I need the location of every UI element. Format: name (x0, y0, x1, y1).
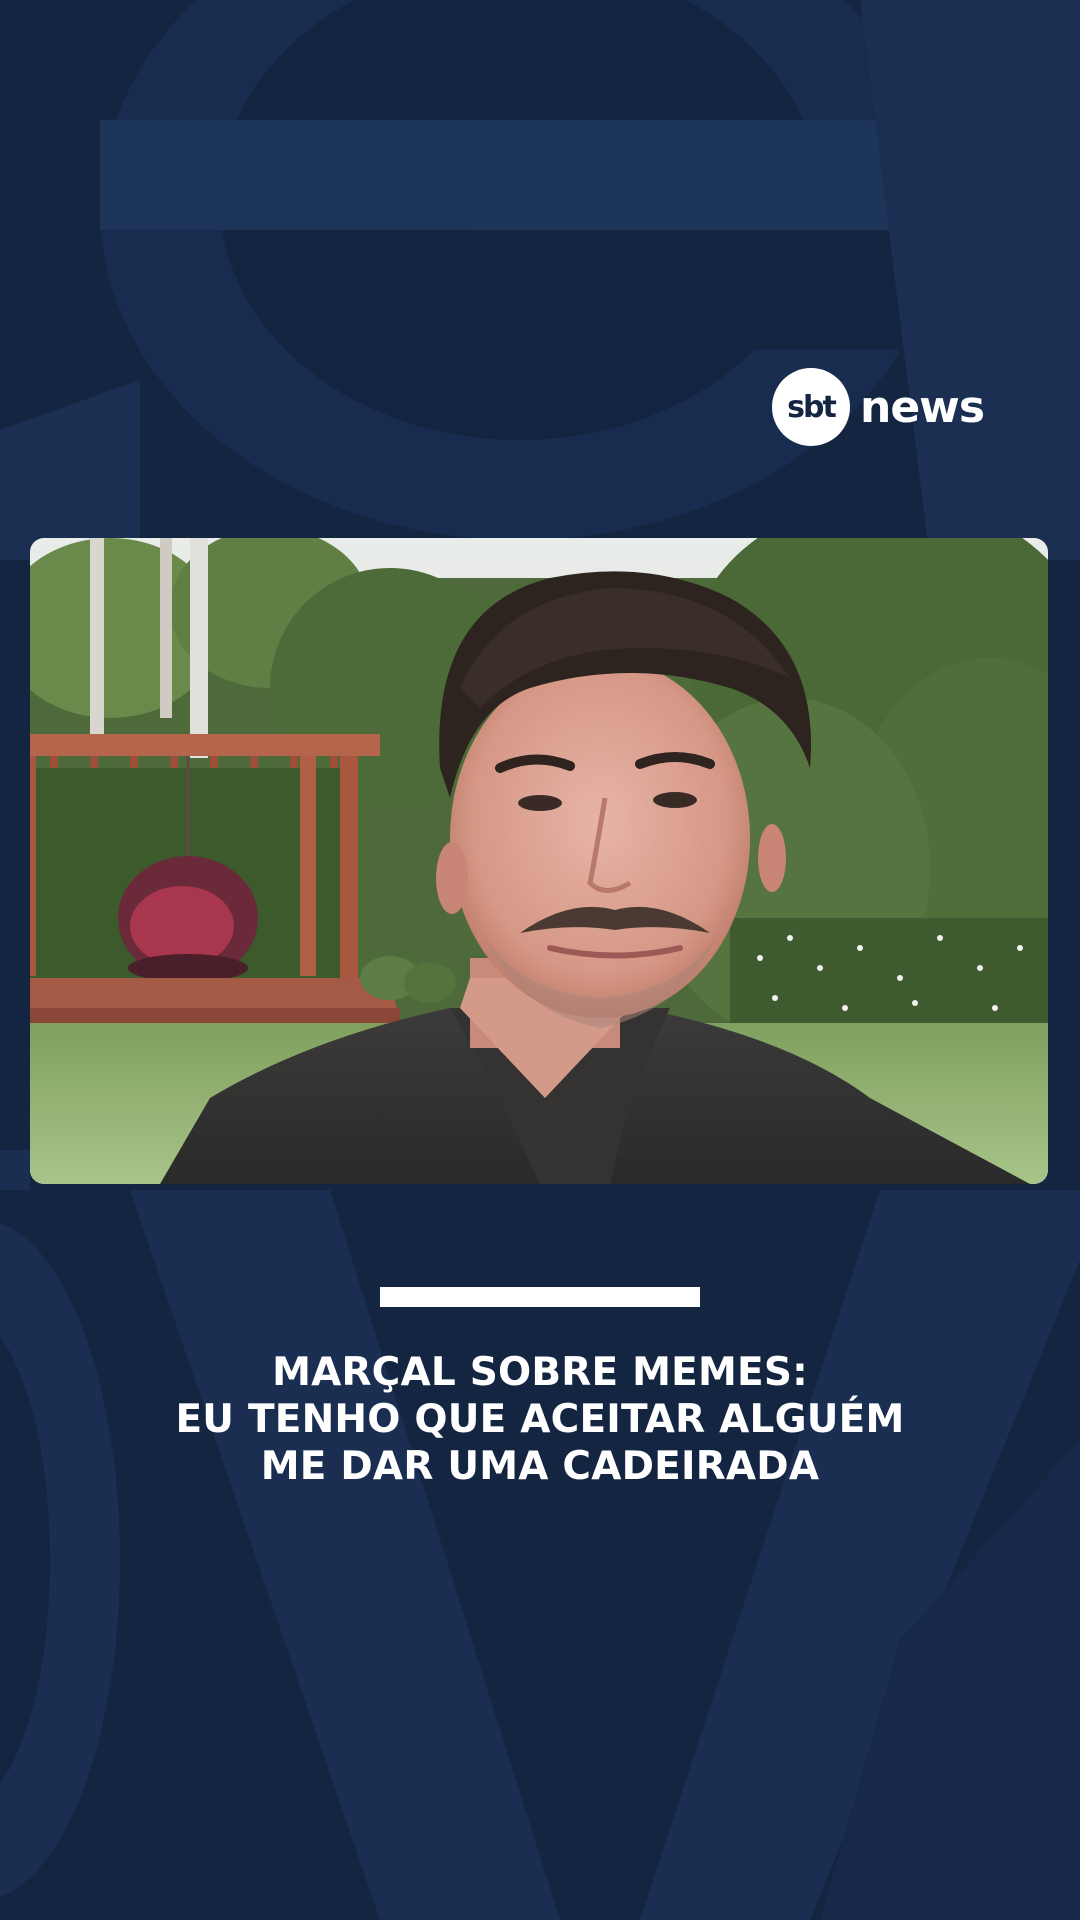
sbt-news-logo: sbt news (772, 366, 1004, 448)
news-logo-word: news (860, 381, 985, 433)
interview-video-frame[interactable] (30, 538, 1048, 1184)
headline-line-1: MARÇAL SOBRE MEMES: (272, 1350, 808, 1395)
headline-line-3: ME DAR UMA CADEIRADA (260, 1444, 820, 1489)
headline-accent-bar (380, 1287, 700, 1307)
interview-video-image (30, 538, 1048, 1184)
sbt-logo-badge: sbt (772, 368, 850, 446)
headline-line-2: EU TENHO QUE ACEITAR ALGUÉM (175, 1397, 905, 1442)
headline: MARÇAL SOBRE MEMES: EU TENHO QUE ACEITAR… (90, 1349, 990, 1490)
